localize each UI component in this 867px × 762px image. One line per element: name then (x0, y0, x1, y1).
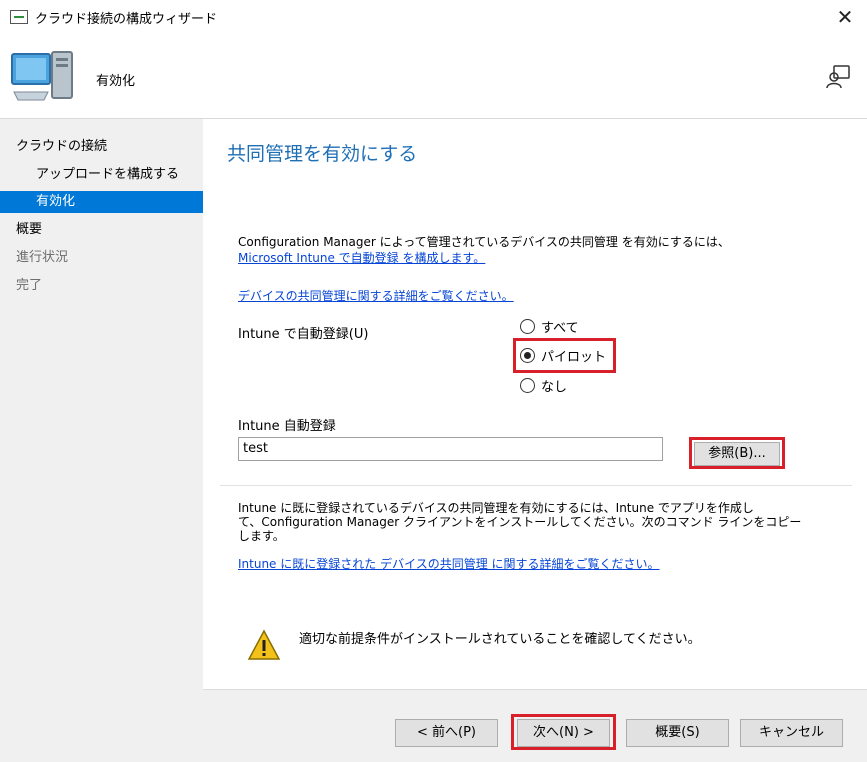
wizard-sidebar: クラウドの接続 アップロードを構成する 有効化 概要 進行状況 完了 (0, 119, 203, 762)
browse-highlight-box (689, 437, 785, 469)
co-management-details-link[interactable]: デバイスの共同管理に関する詳細をご覧ください。 (238, 287, 514, 304)
sidebar-item-configure-upload: アップロードを構成する (36, 167, 180, 182)
sidebar-item-summary: 概要 (16, 222, 43, 237)
page-title: 共同管理を有効にする (227, 143, 418, 165)
radio-none-label: なし (541, 379, 568, 395)
existing-devices-link[interactable]: Intune に既に登録された デバイスの共同管理 に関する詳細をご覧ください。 (238, 555, 660, 572)
summary-button[interactable]: 概要(S) (626, 719, 729, 747)
back-button[interactable]: < 前へ(P) (395, 719, 498, 747)
wizard-app-icon (10, 10, 28, 24)
wizard-footer: < 前へ(P) 次へ(N) > 概要(S) キャンセル (203, 689, 867, 762)
collection-label: Intune 自動登録 (238, 419, 336, 434)
warning-icon (247, 629, 281, 660)
existing-devices-text-3: します。 (238, 529, 285, 543)
pilot-highlight-box (513, 338, 616, 373)
sidebar-item-completion: 完了 (16, 278, 43, 293)
title-bar: クラウド接続の構成ウィザード ✕ (0, 0, 867, 36)
sidebar-item-cloud-connection: クラウドの接続 (16, 139, 108, 154)
existing-devices-text-2: て、Configuration Manager クライアントをインストールしてく… (238, 515, 802, 529)
step-title: 有効化 (96, 74, 136, 89)
window-title: クラウド接続の構成ウィザード (35, 12, 218, 27)
sidebar-item-progress: 進行状況 (16, 250, 69, 265)
computer-icon (11, 51, 73, 101)
radio-all-indicator (520, 318, 535, 334)
radio-none-indicator (520, 377, 535, 393)
existing-devices-text-1: Intune に既に登録されているデバイスの共同管理を有効にするには、Intun… (238, 501, 754, 515)
wizard-header: 有効化 (0, 36, 867, 118)
help-feedback-icon[interactable] (825, 64, 851, 90)
close-icon[interactable]: ✕ (831, 4, 859, 30)
auto-enroll-label: Intune で自動登録(U) (238, 327, 369, 342)
intro-text: Configuration Manager によって管理されているデバイスの共同… (238, 235, 730, 249)
collection-input[interactable]: test (238, 437, 663, 461)
radio-all[interactable]: すべて (520, 316, 579, 336)
configure-auto-enroll-link[interactable]: Microsoft Intune で自動登録 を構成します。 (238, 249, 485, 266)
section-divider (220, 485, 852, 486)
wizard-content: 共同管理を有効にする Configuration Manager によって管理さ… (203, 119, 867, 689)
cancel-button[interactable]: キャンセル (740, 719, 843, 747)
sidebar-item-enablement: 有効化 (0, 191, 203, 213)
radio-all-label: すべて (541, 320, 579, 336)
radio-none[interactable]: なし (520, 375, 567, 395)
next-highlight-box (511, 714, 616, 750)
warning-text: 適切な前提条件がインストールされていることを確認してください。 (299, 632, 701, 647)
